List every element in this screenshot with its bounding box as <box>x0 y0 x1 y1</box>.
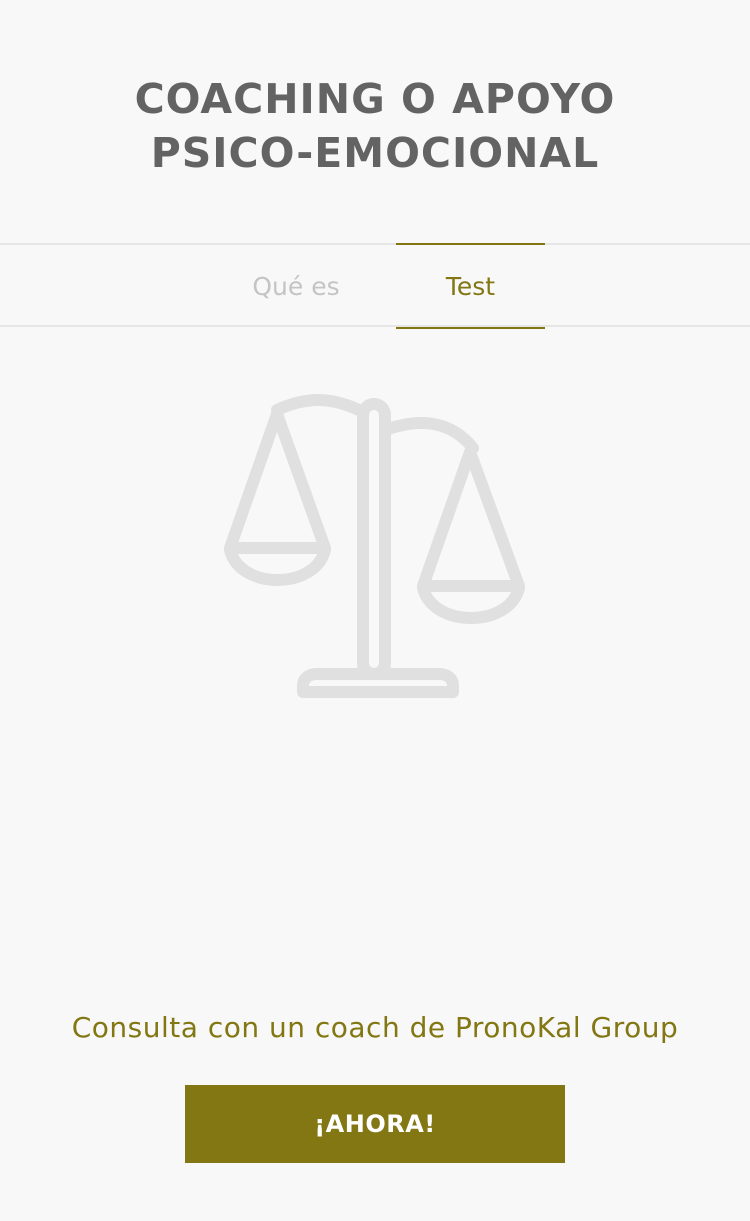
page-title: COACHING O APOYO PSICO-EMOCIONAL <box>0 72 750 180</box>
ahora-button[interactable]: ¡AHORA! <box>185 1085 565 1163</box>
tab-test[interactable]: Test <box>396 243 545 329</box>
tab-bar: Qué es Test <box>0 243 750 329</box>
tab-que-es[interactable]: Qué es <box>215 243 377 329</box>
page-title-line-2: PSICO-EMOCIONAL <box>150 129 600 177</box>
coach-consult-text: Consulta con un coach de PronoKal Group <box>71 1011 679 1044</box>
page-title-line-1: COACHING O APOYO <box>134 75 616 123</box>
balance-scale-icon <box>215 390 535 710</box>
